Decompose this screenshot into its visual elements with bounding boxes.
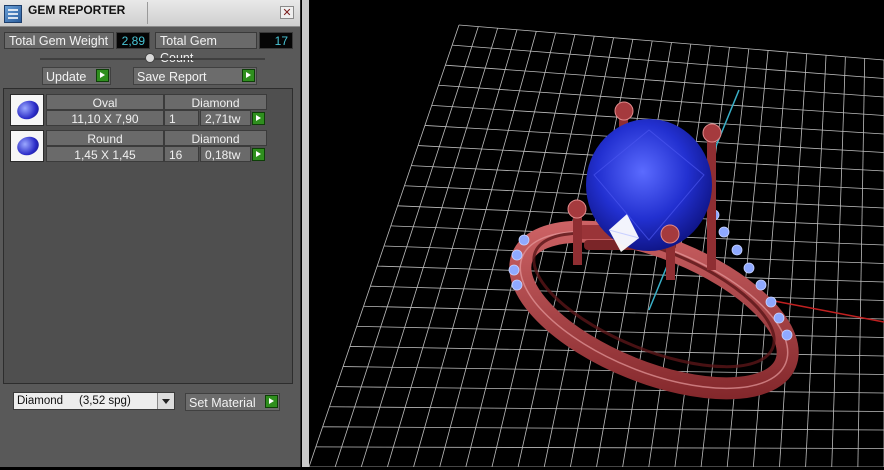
total-gem-weight-value: 2,89 — [116, 32, 150, 49]
gem-shape: Oval — [46, 94, 164, 110]
panel-splitter[interactable] — [302, 0, 309, 467]
chevron-down-icon[interactable] — [157, 393, 174, 409]
play-icon — [242, 69, 255, 82]
save-report-button-label: Save Report — [137, 70, 207, 84]
grid-line — [377, 265, 884, 283]
title-divider — [147, 2, 148, 24]
material-select[interactable]: Diamond (3,52 spg) — [13, 392, 175, 410]
save-report-button[interactable]: Save Report — [133, 67, 257, 85]
gem-size: 11,10 X 7,90 — [46, 110, 164, 126]
gem-count: 16 — [164, 146, 199, 162]
total-gem-weight-label: Total Gem Weight — [4, 32, 114, 49]
update-button-label: Update — [46, 70, 87, 84]
accent-stone — [511, 249, 523, 261]
gem-list: Oval Diamond 11,10 X 7,90 1 2,71tw Round… — [3, 88, 293, 384]
grid-line — [356, 325, 884, 338]
close-icon[interactable]: ✕ — [280, 6, 294, 19]
gem-material: Diamond — [164, 94, 267, 110]
app-icon — [4, 5, 22, 23]
grid-line — [726, 50, 769, 468]
grid-line — [363, 305, 884, 320]
update-button[interactable]: Update — [42, 67, 111, 85]
gem-reporter-panel: GEM REPORTER ✕ Total Gem Weight 2,89 Tot… — [0, 0, 301, 467]
accent-stone — [755, 279, 767, 291]
gem-icon[interactable] — [10, 94, 44, 126]
accent-stone — [511, 279, 523, 291]
window-title: GEM REPORTER — [28, 3, 126, 17]
accent-stone — [765, 296, 777, 308]
gem-shape: Round — [46, 130, 164, 146]
grid-line — [752, 52, 788, 468]
gem-size: 1,45 X 1,45 — [46, 146, 164, 162]
total-gem-count-value: 17 — [259, 32, 293, 49]
splitter-handle[interactable] — [145, 53, 155, 63]
accent-stone — [718, 226, 730, 238]
gem-weight: 2,71tw — [200, 110, 251, 126]
grid-line — [370, 285, 884, 301]
set-material-button[interactable]: Set Material — [185, 393, 280, 411]
center-stone — [586, 119, 712, 252]
gem-material: Diamond — [164, 130, 267, 146]
total-gem-count-label: Total Gem Count — [155, 32, 257, 65]
play-icon — [96, 69, 109, 82]
gem-weight: 0,18tw — [200, 146, 251, 162]
viewport-scene — [308, 24, 884, 468]
play-icon — [265, 395, 278, 408]
accent-stone — [508, 264, 520, 276]
title-bar: GEM REPORTER ✕ — [0, 0, 300, 27]
play-icon[interactable] — [252, 112, 265, 125]
material-select-value: Diamond (3,52 spg) — [17, 395, 131, 407]
accent-stone — [518, 234, 530, 246]
accent-stone — [773, 312, 785, 324]
gem-count: 1 — [164, 110, 199, 126]
accent-stone — [743, 262, 755, 274]
gem-icon[interactable] — [10, 130, 44, 162]
3d-viewport[interactable] — [308, 0, 884, 468]
set-material-button-label: Set Material — [189, 396, 256, 410]
play-icon[interactable] — [252, 148, 265, 161]
accent-stone — [781, 329, 793, 341]
accent-stone — [731, 244, 743, 256]
